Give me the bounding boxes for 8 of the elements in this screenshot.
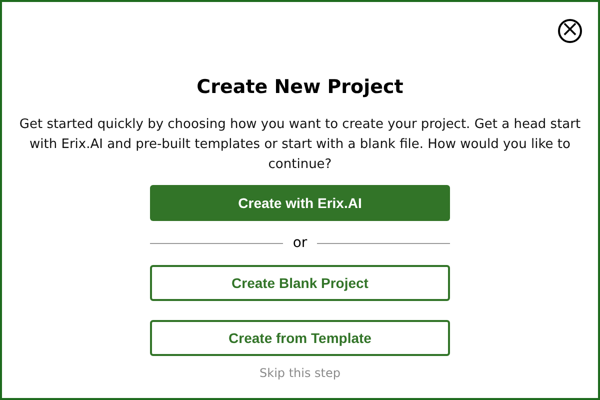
- option-button[interactable]: Create Blank Project: [150, 265, 450, 301]
- divider-label: or: [292, 235, 308, 251]
- dialog-title: Create New Project: [196, 76, 404, 98]
- dialog-description: Get started quickly by choosing how you want to create your project. Get a head start with Erix.AI and pre-built templates or start with a blank file. How would you like to continue?: [18, 116, 582, 174]
- skip-link[interactable]: Skip this step: [260, 366, 340, 380]
- option-button[interactable]: Create from Template: [150, 320, 450, 356]
- close-button[interactable]: ×: [558, 19, 582, 43]
- create-with-ai-button[interactable]: Create with Erix.AI: [150, 185, 450, 221]
